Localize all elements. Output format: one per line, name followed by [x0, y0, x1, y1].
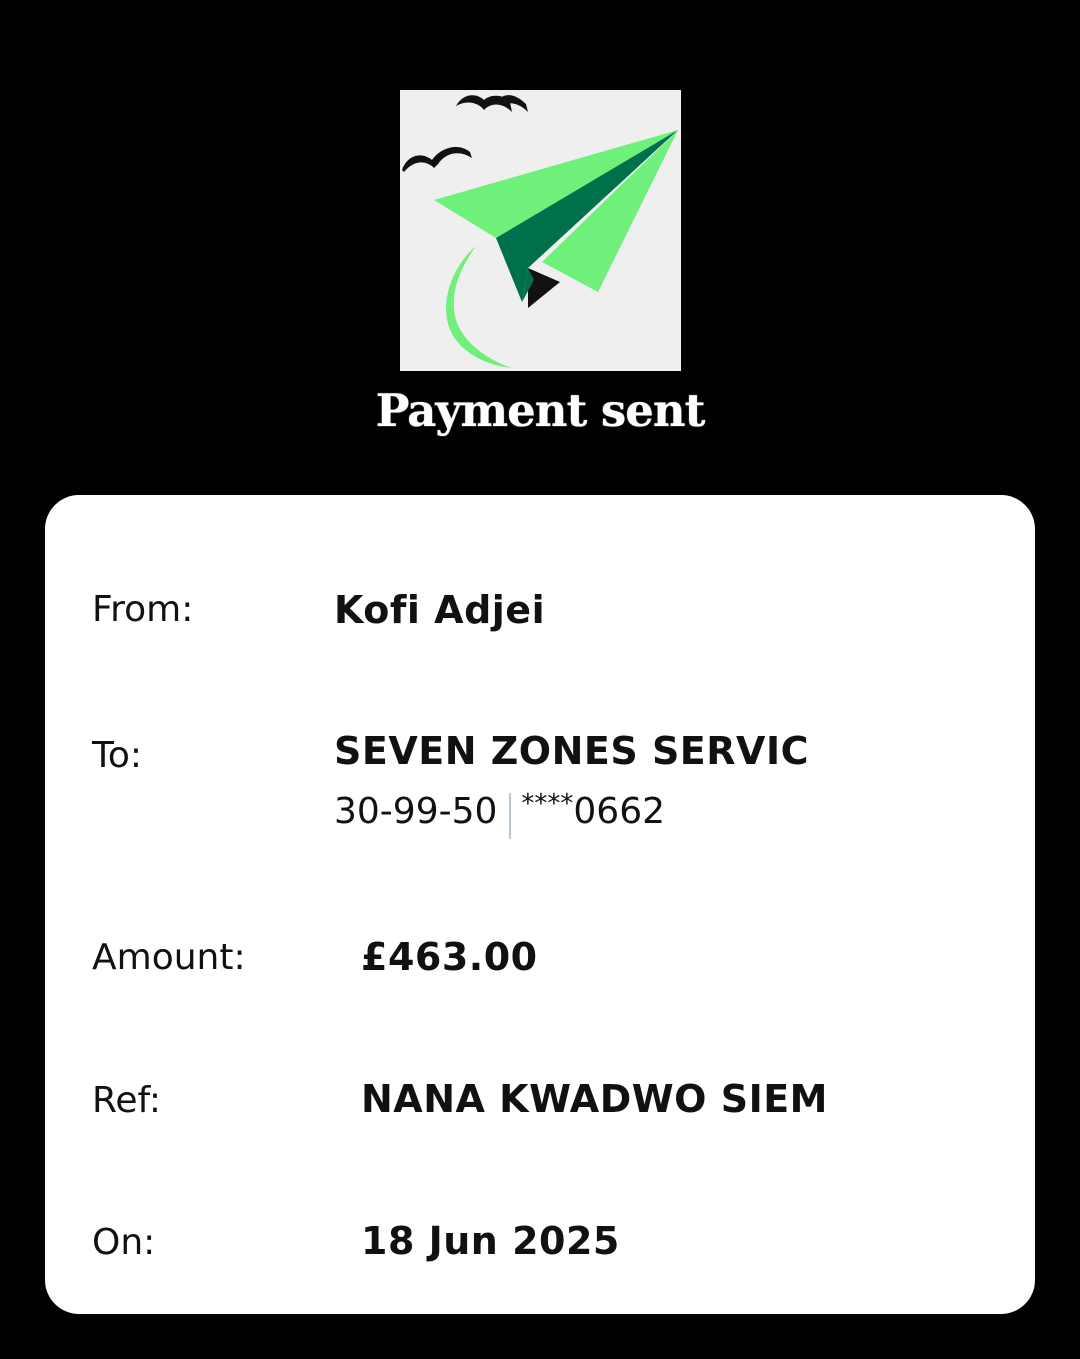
- payment-status-title: Payment sent: [374, 383, 706, 439]
- paper-plane-with-birds-icon: [402, 95, 678, 368]
- sort-code: 30-99-50: [334, 791, 498, 832]
- ref-value: NANA KWADWO SIEM: [361, 1077, 828, 1121]
- account-last-digits: 0662: [573, 791, 666, 832]
- amount-label: Amount:: [92, 937, 246, 978]
- amount-value: £463.00: [361, 935, 538, 979]
- to-label: To:: [92, 735, 143, 776]
- app-logo: [400, 90, 681, 371]
- to-account-details: 30-99-50 **** 0662: [334, 789, 666, 839]
- on-value: 18 Jun 2025: [361, 1219, 620, 1263]
- on-label: On:: [92, 1222, 156, 1263]
- from-label: From:: [92, 589, 194, 630]
- payment-details-card: From: Kofi Adjei To: SEVEN ZONES SERVIC …: [45, 495, 1035, 1314]
- ref-label: Ref:: [92, 1080, 162, 1121]
- account-divider: [509, 793, 512, 839]
- to-value: SEVEN ZONES SERVIC: [334, 729, 809, 773]
- account-mask: ****: [521, 789, 574, 819]
- from-value: Kofi Adjei: [334, 588, 546, 632]
